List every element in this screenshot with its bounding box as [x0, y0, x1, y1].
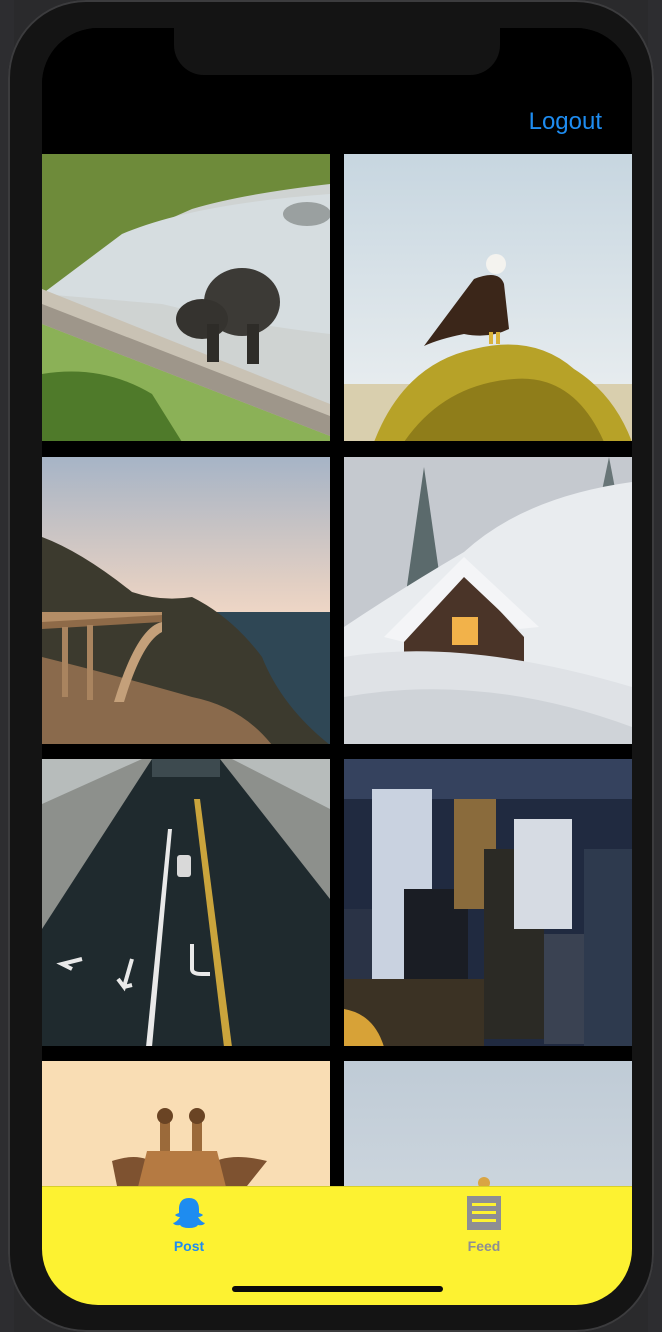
phone-frame: Logout Post Feed	[8, 0, 654, 1332]
photo-tile-sky[interactable]	[344, 1061, 632, 1186]
city-photo	[344, 759, 632, 1046]
device-notch	[174, 28, 500, 75]
tab-feed-label: Feed	[467, 1238, 501, 1254]
tab-post[interactable]: Post	[129, 1195, 249, 1265]
tab-post-label: Post	[173, 1238, 205, 1254]
photo-tile-eagle[interactable]	[344, 154, 632, 441]
sky-photo	[344, 1061, 632, 1186]
cabin-photo	[344, 457, 632, 744]
photo-tile-bear[interactable]	[42, 154, 330, 441]
app-screen: Logout Post Feed	[42, 28, 632, 1305]
tab-feed[interactable]: Feed	[424, 1195, 544, 1265]
giraffe-photo	[42, 1061, 330, 1186]
bridge-photo	[42, 457, 330, 744]
photo-grid[interactable]	[42, 154, 632, 1186]
photo-tile-road[interactable]	[42, 759, 330, 1046]
ghost-icon	[173, 1198, 205, 1228]
logout-button[interactable]: Logout	[529, 108, 602, 136]
list-icon	[467, 1196, 501, 1230]
photo-tile-giraffe[interactable]	[42, 1061, 330, 1186]
home-indicator[interactable]	[232, 1286, 443, 1292]
photo-tile-bridge[interactable]	[42, 457, 330, 744]
road-photo	[42, 759, 330, 1046]
photo-tile-city[interactable]	[344, 759, 632, 1046]
bear-photo	[42, 154, 330, 441]
eagle-photo	[344, 154, 632, 441]
photo-tile-cabin[interactable]	[344, 457, 632, 744]
